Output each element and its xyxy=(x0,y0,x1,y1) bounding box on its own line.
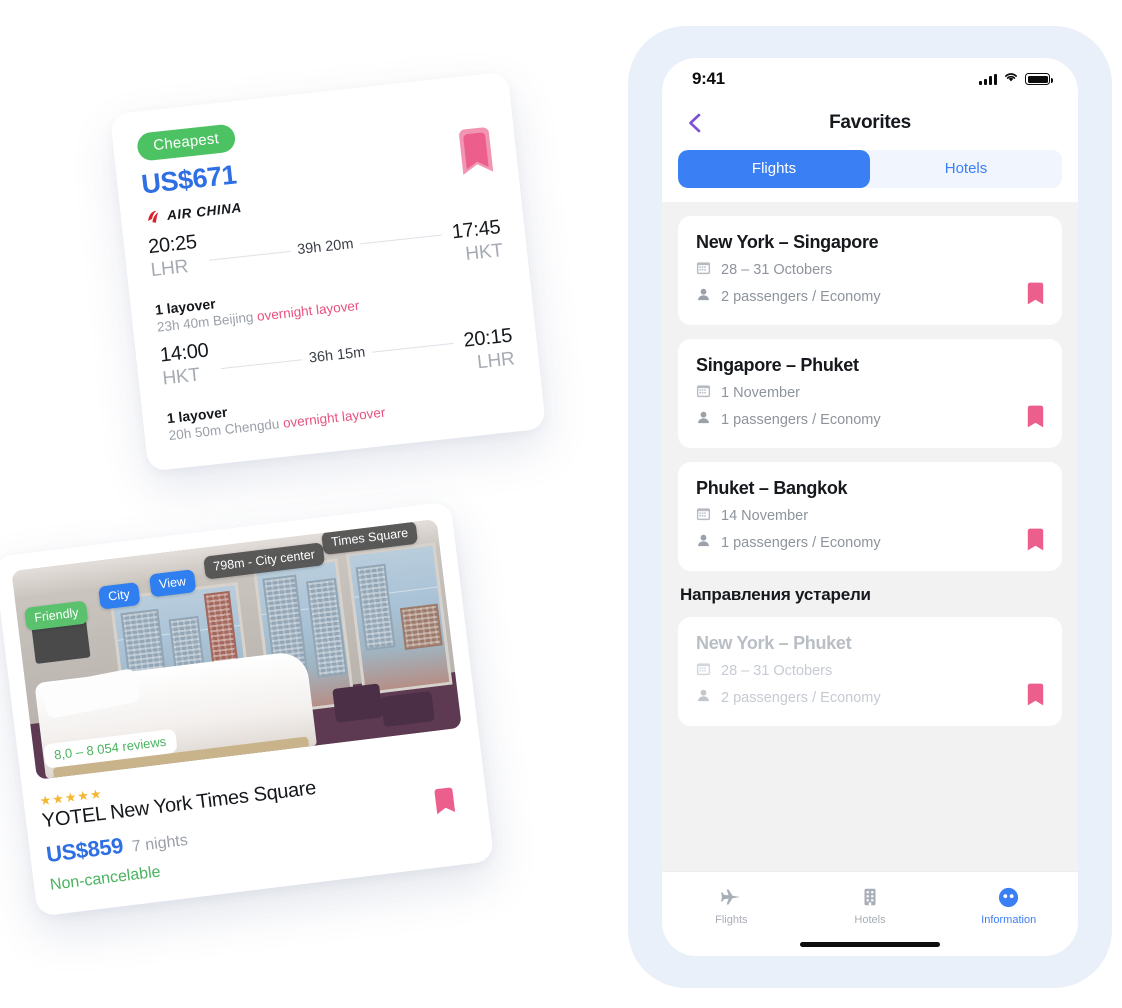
tabbar-label: Hotels xyxy=(854,914,886,926)
favorite-card-expired[interactable]: New York – Phuket 28 – 31 Octobers 2 pas… xyxy=(678,617,1062,726)
bookmark-icon[interactable] xyxy=(1027,282,1044,305)
favorite-passengers: 2 passengers / Economy xyxy=(721,690,881,706)
segmented-control[interactable]: Flights Hotels xyxy=(678,150,1062,188)
favorite-dates: 28 – 31 Octobers xyxy=(721,262,833,278)
air-china-logo-icon xyxy=(144,208,163,227)
airline-name: AIR CHINA xyxy=(166,199,243,224)
plane-icon xyxy=(662,884,801,910)
person-icon xyxy=(696,410,711,430)
person-icon xyxy=(696,688,711,708)
bookmark-icon[interactable] xyxy=(1027,683,1044,706)
leg-origin: 20:25 LHR xyxy=(147,231,200,282)
leg-line-left xyxy=(208,250,291,261)
leg-destination: 20:15 LHR xyxy=(463,325,516,376)
favorite-dates: 14 November xyxy=(721,508,809,524)
leg-arrive-code: HKT xyxy=(464,240,504,265)
status-bar: 9:41 xyxy=(662,58,1078,100)
calendar-icon xyxy=(696,506,711,526)
leg-duration-bar: 39h 20m xyxy=(198,225,453,268)
bookmark-icon[interactable] xyxy=(1027,405,1044,428)
home-indicator xyxy=(800,942,940,947)
leg-duration: 39h 20m xyxy=(296,236,355,259)
favorite-dates-row: 1 November xyxy=(696,383,1044,403)
person-icon xyxy=(696,533,711,553)
favorite-passengers: 1 passengers / Economy xyxy=(721,412,881,428)
favorite-card[interactable]: Singapore – Phuket 1 November 1 passenge… xyxy=(678,339,1062,448)
calendar-icon xyxy=(696,260,711,280)
leg-duration: 36h 15m xyxy=(308,344,367,367)
favorite-passengers: 1 passengers / Economy xyxy=(721,535,881,551)
favorite-card[interactable]: New York – Singapore 28 – 31 Octobers 2 … xyxy=(678,216,1062,325)
expired-section-heading: Направления устарели xyxy=(680,585,871,604)
info-dots-icon xyxy=(939,884,1078,910)
hotel-photo: Friendly City View 798m - City center Ti… xyxy=(11,519,462,780)
favorite-route: Singapore – Phuket xyxy=(696,355,859,375)
favorites-list[interactable]: New York – Singapore 28 – 31 Octobers 2 … xyxy=(662,202,1078,871)
tabbar-item-flights[interactable]: Flights xyxy=(662,884,801,926)
bottom-tab-bar[interactable]: Flights Hotels Information xyxy=(662,871,1078,956)
favorite-dates: 28 – 31 Octobers xyxy=(721,663,833,679)
leg-origin: 14:00 HKT xyxy=(159,339,212,390)
leg-destination: 17:45 HKT xyxy=(451,216,504,267)
calendar-icon xyxy=(696,383,711,403)
favorite-card[interactable]: Phuket – Bangkok 14 November 1 passenger… xyxy=(678,462,1062,571)
hotel-nights: 7 nights xyxy=(131,831,189,856)
phone-mockup: 9:41 Favorites Flights Hotels New York –… xyxy=(628,26,1112,988)
favorite-route: New York – Singapore xyxy=(696,232,879,252)
favorite-dates-row: 14 November xyxy=(696,506,1044,526)
tabbar-label: Flights xyxy=(715,914,748,926)
favorite-dates-row: 28 – 31 Octobers xyxy=(696,661,1044,681)
favorite-passengers-row: 1 passengers / Economy xyxy=(696,533,1044,553)
favorite-passengers-row: 2 passengers / Economy xyxy=(696,688,1044,708)
leg-arrive-code: LHR xyxy=(476,348,516,374)
leg-line-left xyxy=(220,358,303,369)
hotel-price: US$859 xyxy=(44,832,125,868)
leg-depart-code: LHR xyxy=(149,256,190,282)
leg-line-right xyxy=(372,342,454,353)
title-bar: Favorites xyxy=(662,100,1078,146)
hotel-result-card[interactable]: Friendly City View 798m - City center Ti… xyxy=(0,501,495,917)
page-title: Favorites xyxy=(829,112,911,133)
hotel-tag: City xyxy=(98,582,141,610)
bookmark-icon[interactable] xyxy=(455,126,496,180)
favorite-passengers-row: 2 passengers / Economy xyxy=(696,287,1044,307)
status-bar-time: 9:41 xyxy=(692,69,725,88)
tabbar-item-hotels[interactable]: Hotels xyxy=(801,884,940,926)
flight-result-card[interactable]: Cheapest US$671 AIR CHINA 20:25 LHR 39h … xyxy=(109,71,547,472)
wifi-icon xyxy=(1003,70,1019,88)
calendar-icon xyxy=(696,661,711,681)
person-icon xyxy=(696,287,711,307)
tabbar-label: Information xyxy=(981,914,1037,926)
back-chevron-icon[interactable] xyxy=(684,112,706,134)
favorite-route: New York – Phuket xyxy=(696,633,852,653)
building-icon xyxy=(801,884,940,910)
battery-icon xyxy=(1025,73,1053,85)
cheapest-badge: Cheapest xyxy=(136,123,237,162)
phone-screen: 9:41 Favorites Flights Hotels New York –… xyxy=(662,58,1078,956)
leg-depart-code: HKT xyxy=(161,364,201,390)
favorite-dates: 1 November xyxy=(721,385,800,401)
leg-duration-bar: 36h 15m xyxy=(210,334,465,377)
bookmark-icon[interactable] xyxy=(1027,528,1044,551)
favorite-passengers: 2 passengers / Economy xyxy=(721,289,881,305)
navigation-area: 9:41 Favorites Flights Hotels xyxy=(662,58,1078,202)
tab-hotels[interactable]: Hotels xyxy=(870,150,1062,188)
leg-line-right xyxy=(360,233,443,244)
tabbar-item-information[interactable]: Information xyxy=(939,884,1078,926)
bookmark-icon[interactable] xyxy=(433,786,456,815)
cellular-signal-icon xyxy=(979,73,997,85)
tab-flights[interactable]: Flights xyxy=(678,150,870,188)
favorite-passengers-row: 1 passengers / Economy xyxy=(696,410,1044,430)
favorite-dates-row: 28 – 31 Octobers xyxy=(696,260,1044,280)
favorite-route: Phuket – Bangkok xyxy=(696,478,848,498)
